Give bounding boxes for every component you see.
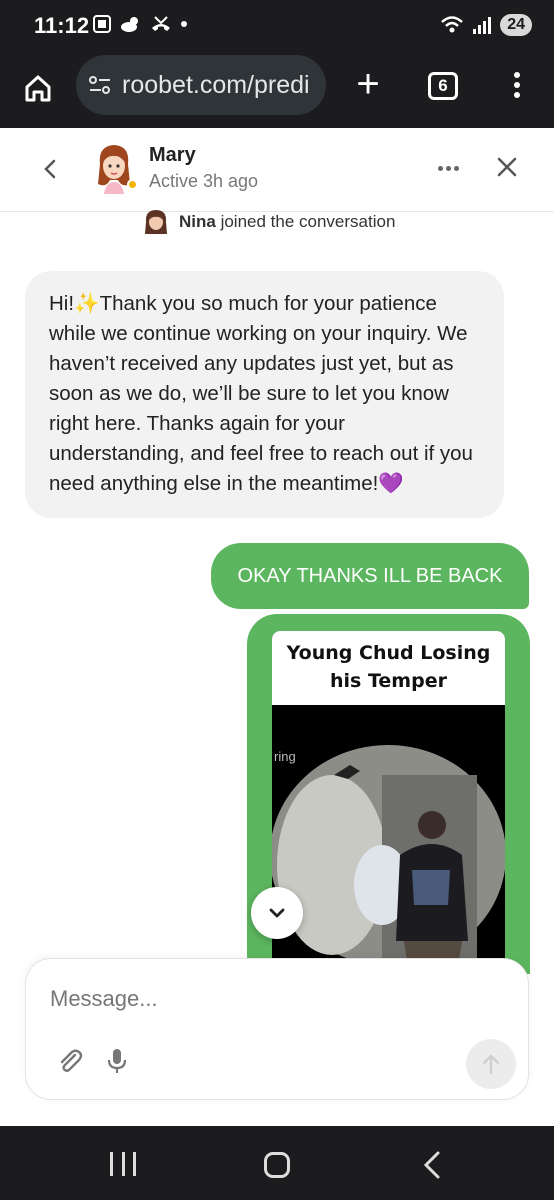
system-message: Nina joined the conversation [143,208,395,236]
doorbell-camera-frame: ring [272,705,505,971]
agent-message-bubble: Hi!✨Thank you so much for your patience … [25,271,504,518]
purple-heart-icon: 💜 [378,472,404,495]
weather-icon [121,17,138,32]
close-icon[interactable] [496,156,518,178]
missed-call-icon [152,16,170,31]
signal-icon [473,17,492,34]
microphone-icon[interactable] [104,1047,130,1075]
ring-watermark: ring [274,749,296,764]
browser-menu-button[interactable] [505,68,529,108]
address-bar[interactable]: roobet.com/predi [76,55,326,115]
status-notification-icons [92,14,188,34]
home-nav-button[interactable] [264,1152,290,1178]
agent-name: Mary [149,144,196,166]
chat-header: Mary Active 3h ago [0,128,554,212]
wifi-icon [441,16,464,33]
user-message-text: OKAY THANKS ILL BE BACK [237,564,503,587]
nina-avatar [145,210,167,234]
dot-icon [181,21,187,27]
system-message-name: Nina [179,212,216,231]
message-input[interactable] [50,981,470,1017]
scroll-to-bottom-button[interactable] [251,887,303,939]
message-composer [25,958,529,1100]
sparkle-icon: ✨ [74,292,100,315]
home-icon [25,75,51,102]
site-settings-icon[interactable] [88,74,112,96]
agent-status: Active 3h ago [149,171,259,191]
screenshot-icon [93,15,111,33]
system-message-action: joined the conversation [215,212,396,231]
meme-image[interactable]: Young Chud Losing his Temper ring [272,631,505,971]
url-text: roobet.com/predi [122,70,310,99]
system-navigation-bar [0,1126,554,1200]
arrow-up-icon [482,1054,500,1075]
status-time: 11:12 [34,13,90,38]
browser-toolbar: roobet.com/predi + 6 [0,50,554,128]
attach-icon[interactable] [56,1047,84,1075]
tab-switcher-button[interactable]: 6 [428,72,458,100]
agent-message-greeting: Hi! [49,292,75,315]
back-chevron-icon[interactable] [38,154,62,184]
more-options-button[interactable] [438,160,462,176]
doorbell-scene [272,705,505,971]
online-status-dot [127,179,138,190]
back-nav-icon[interactable] [422,1150,442,1180]
meme-caption: Young Chud Losing his Temper [272,631,505,705]
new-tab-button[interactable]: + [348,64,388,108]
system-message-text: Nina joined the conversation [179,212,395,232]
send-button[interactable] [466,1039,516,1089]
status-bar: 11:12 24 [0,0,554,50]
user-message-bubble: OKAY THANKS ILL BE BACK [211,543,529,609]
recents-button[interactable] [110,1152,136,1176]
home-button[interactable] [18,68,58,108]
battery-icon: 24 [500,14,532,36]
status-system-icons: 24 [440,14,532,36]
agent-message-body: Thank you so much for your patience whil… [49,292,473,495]
chevron-down-icon [269,908,285,918]
